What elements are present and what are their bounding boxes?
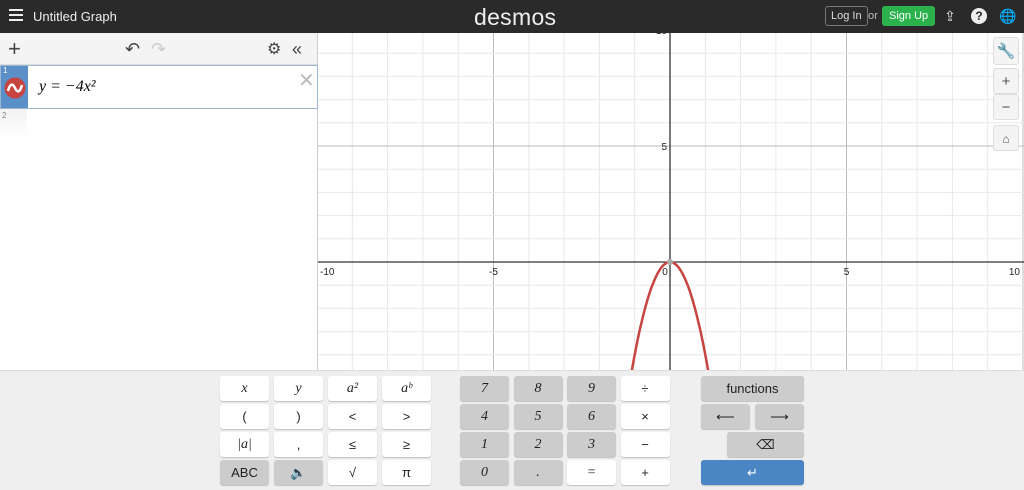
- key-2-1[interactable]: ,: [274, 432, 323, 457]
- vertex-point: [667, 259, 673, 265]
- key-5[interactable]: 5: [513, 404, 563, 429]
- enter-button[interactable]: ↵: [701, 460, 804, 485]
- key-3-2[interactable]: √: [328, 460, 377, 485]
- key-÷[interactable]: ÷: [620, 376, 670, 401]
- top-bar: Untitled Graph desmos Log In or Sign Up …: [0, 0, 1024, 33]
- menu-icon[interactable]: [9, 9, 23, 21]
- x-tick-label: -10: [320, 267, 335, 278]
- key-1-3[interactable]: >: [382, 404, 431, 429]
- expression-item[interactable]: 1 y = −4x² ✕: [0, 65, 318, 109]
- settings-icon[interactable]: ⚙: [267, 39, 281, 59]
- expression-input[interactable]: y = −4x²: [39, 78, 96, 96]
- x-tick-label: 5: [844, 267, 850, 278]
- y-tick-label: 5: [661, 142, 667, 153]
- collapse-icon[interactable]: «: [292, 39, 302, 60]
- graph-canvas[interactable]: -10 -5 0 5 10 5 10: [318, 33, 1024, 370]
- home-icon[interactable]: ⌂: [993, 125, 1019, 151]
- delete-expression-icon[interactable]: ✕: [298, 68, 315, 93]
- help-icon[interactable]: ?: [971, 8, 987, 24]
- key-1-0[interactable]: (: [220, 404, 269, 429]
- key-0-3[interactable]: aᵇ: [382, 376, 431, 401]
- redo-icon[interactable]: ↷: [151, 39, 166, 60]
- add-icon[interactable]: +: [8, 36, 21, 62]
- key-−[interactable]: −: [620, 432, 670, 457]
- backspace-button[interactable]: ⌫: [727, 432, 804, 457]
- expression-toolbar: + ↶ ↷ ⚙ «: [0, 33, 317, 65]
- key-3-1[interactable]: 🔈: [274, 460, 323, 485]
- key-2-2[interactable]: ≤: [328, 432, 377, 457]
- login-button[interactable]: Log In: [825, 6, 868, 26]
- right-arrow-button[interactable]: ⟶: [755, 404, 804, 429]
- expression-item-empty[interactable]: 2: [0, 109, 27, 139]
- key-0-2[interactable]: a²: [328, 376, 377, 401]
- key-8[interactable]: 8: [513, 376, 563, 401]
- share-icon[interactable]: ⇪: [942, 8, 958, 24]
- key-0[interactable]: 0: [460, 460, 509, 485]
- key-3[interactable]: 3: [567, 432, 616, 457]
- expression-tab[interactable]: 1: [1, 66, 28, 108]
- expression-index: 2: [2, 111, 7, 120]
- x-tick-label: 10: [1009, 267, 1021, 278]
- graph-title[interactable]: Untitled Graph: [33, 9, 117, 24]
- globe-icon[interactable]: 🌐: [999, 8, 1016, 24]
- signup-button[interactable]: Sign Up: [882, 6, 936, 26]
- left-arrow-button[interactable]: ⟵: [701, 404, 750, 429]
- key-1[interactable]: 1: [460, 432, 509, 457]
- key-3-3[interactable]: π: [382, 460, 431, 485]
- key-2-0[interactable]: |a|: [220, 432, 269, 457]
- key-2[interactable]: 2: [513, 432, 563, 457]
- undo-icon[interactable]: ↶: [125, 39, 140, 60]
- desmos-logo: desmos: [474, 4, 557, 30]
- key-9[interactable]: 9: [567, 376, 616, 401]
- expression-panel: + ↶ ↷ ⚙ « 1 y = −4x² ✕ 2 ⌨ ▾: [0, 33, 318, 403]
- key-×[interactable]: ×: [620, 404, 670, 429]
- key-7[interactable]: 7: [460, 376, 509, 401]
- zoom-in-button[interactable]: +: [993, 68, 1019, 94]
- key-.[interactable]: .: [513, 460, 563, 485]
- key-+[interactable]: +: [620, 460, 670, 485]
- expression-index: 1: [3, 66, 8, 75]
- key-4[interactable]: 4: [460, 404, 509, 429]
- key-0-0[interactable]: x: [220, 376, 269, 401]
- keypad: x y a² aᵇ () < > |a|, ≤ ≥ ABC 🔈 √ π 7 8 9 ÷ 4 5 6 × 1 2 3− 0. = + fu…: [0, 370, 1024, 490]
- key-1-1[interactable]: ): [274, 404, 323, 429]
- wrench-icon[interactable]: 🔧: [993, 37, 1019, 65]
- key-=[interactable]: =: [567, 460, 616, 485]
- key-6[interactable]: 6: [567, 404, 616, 429]
- functions-button[interactable]: functions: [701, 376, 804, 401]
- zoom-out-button[interactable]: −: [993, 94, 1019, 120]
- key-1-2[interactable]: <: [328, 404, 377, 429]
- x-tick-label: 0: [662, 267, 668, 278]
- key-3-0[interactable]: ABC: [220, 460, 269, 485]
- key-2-3[interactable]: ≥: [382, 432, 431, 457]
- curve-color-icon[interactable]: [4, 77, 26, 99]
- key-0-1[interactable]: y: [274, 376, 323, 401]
- y-tick-label: 10: [656, 33, 668, 37]
- or-label: or: [868, 10, 878, 22]
- x-tick-label: -5: [489, 267, 498, 278]
